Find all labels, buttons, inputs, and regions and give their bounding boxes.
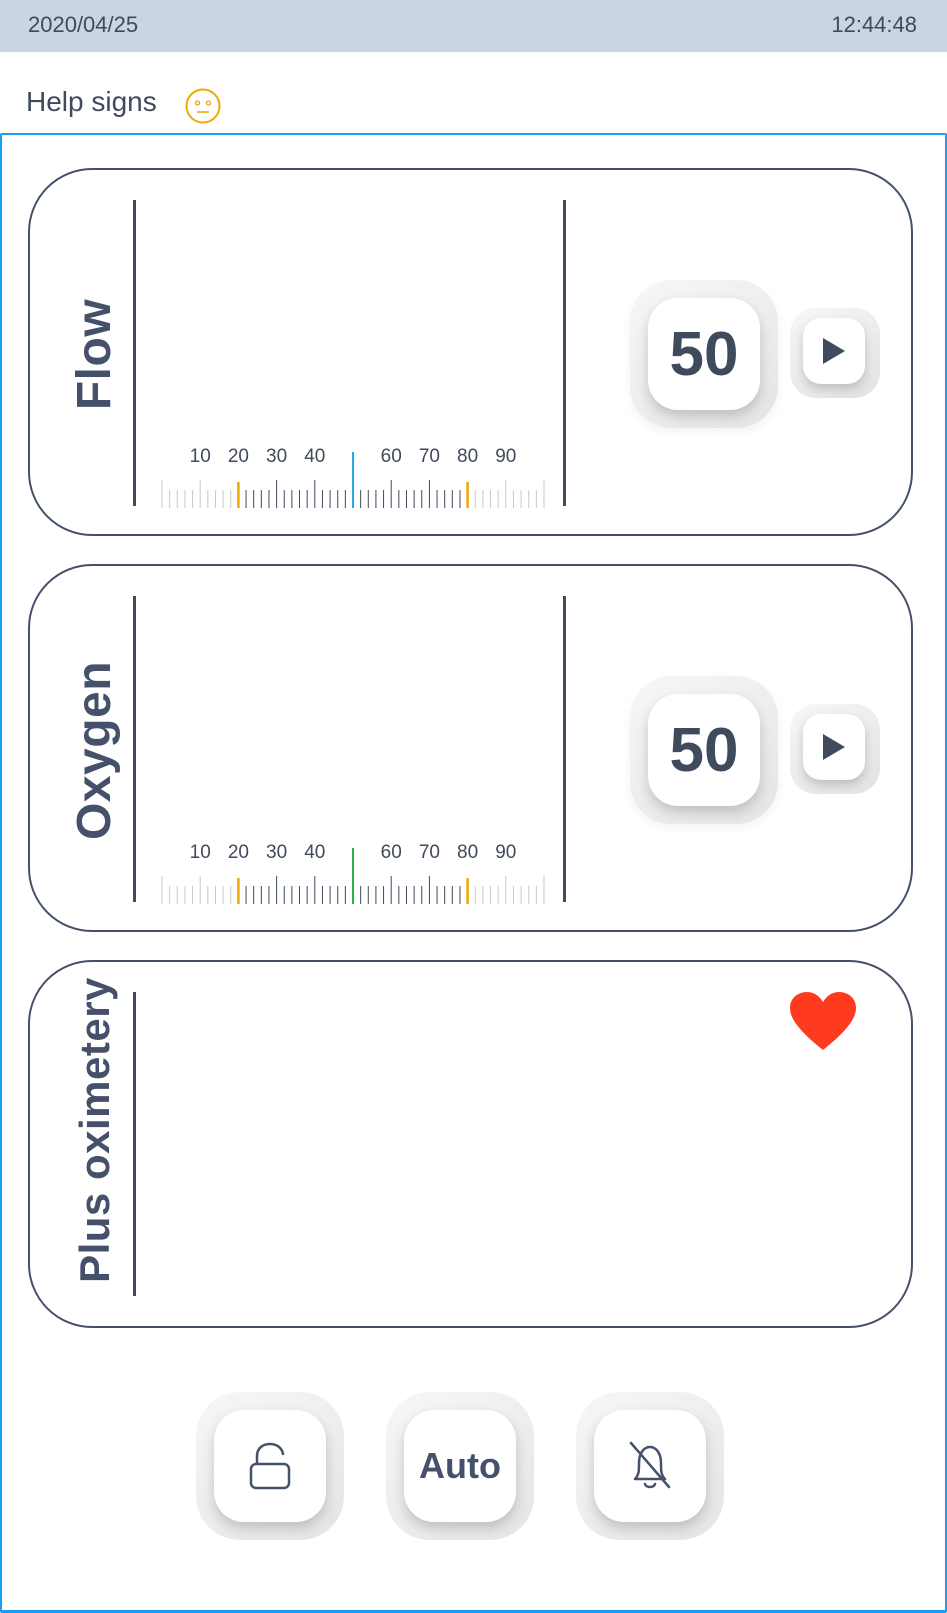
neutral-face-icon xyxy=(185,88,221,124)
panel-divider xyxy=(133,200,136,506)
scale-label: 10 xyxy=(190,446,211,467)
play-icon xyxy=(823,734,845,760)
scale-label: 60 xyxy=(381,842,402,863)
auto-mode-button[interactable]: Auto xyxy=(386,1392,534,1540)
scale-label: 30 xyxy=(266,446,287,467)
header: Help signs xyxy=(0,52,947,134)
status-bar: 2020/04/25 12:44:48 xyxy=(0,0,947,52)
scale-label: 60 xyxy=(381,446,402,467)
panel-divider xyxy=(563,200,566,506)
oxygen-value-button[interactable]: 50 xyxy=(630,676,778,824)
scale-label: 80 xyxy=(457,446,478,467)
panel-divider xyxy=(133,596,136,902)
status-time: 12:44:48 xyxy=(831,12,917,37)
panel-divider xyxy=(563,596,566,902)
auto-label: Auto xyxy=(419,1445,501,1486)
scale-label: 20 xyxy=(228,842,249,863)
panel-divider xyxy=(133,992,136,1296)
mute-alarm-button[interactable] xyxy=(576,1392,724,1540)
oxygen-play-button[interactable] xyxy=(790,704,880,794)
scale-label: 80 xyxy=(457,842,478,863)
lock-button[interactable] xyxy=(196,1392,344,1540)
pulse-oximetry-panel: Plus oximetery xyxy=(28,960,913,1328)
scale-label: 40 xyxy=(304,842,325,863)
scale-label: 10 xyxy=(190,842,211,863)
pulse-oximetry-label: Plus oximetery xyxy=(71,977,118,1283)
flow-panel: Flow 10 20 30 40 60 70 80 90 50 xyxy=(28,168,913,536)
flow-scale[interactable]: 10 20 30 40 60 70 80 90 xyxy=(152,442,552,508)
scale-label: 40 xyxy=(304,446,325,467)
scale-label: 20 xyxy=(228,446,249,467)
scale-label: 70 xyxy=(419,842,440,863)
page-title: Help signs xyxy=(26,86,157,117)
flow-value: 50 xyxy=(648,298,760,410)
scale-label: 70 xyxy=(419,446,440,467)
oxygen-label: Oxygen xyxy=(68,660,122,840)
heart-icon xyxy=(790,992,856,1050)
oxygen-scale[interactable]: 10 20 30 40 60 70 80 90 xyxy=(152,838,552,904)
scale-label: 30 xyxy=(266,842,287,863)
play-icon xyxy=(823,338,845,364)
scale-label: 90 xyxy=(495,446,516,467)
oxygen-value: 50 xyxy=(648,694,760,806)
flow-label: Flow xyxy=(68,298,122,410)
bell-off-icon xyxy=(629,1441,671,1489)
unlock-icon xyxy=(249,1442,291,1490)
flow-play-button[interactable] xyxy=(790,308,880,398)
flow-value-button[interactable]: 50 xyxy=(630,280,778,428)
scale-label: 90 xyxy=(495,842,516,863)
status-date: 2020/04/25 xyxy=(28,12,139,37)
oxygen-panel: Oxygen 10 20 30 40 60 70 80 90 50 xyxy=(28,564,913,932)
